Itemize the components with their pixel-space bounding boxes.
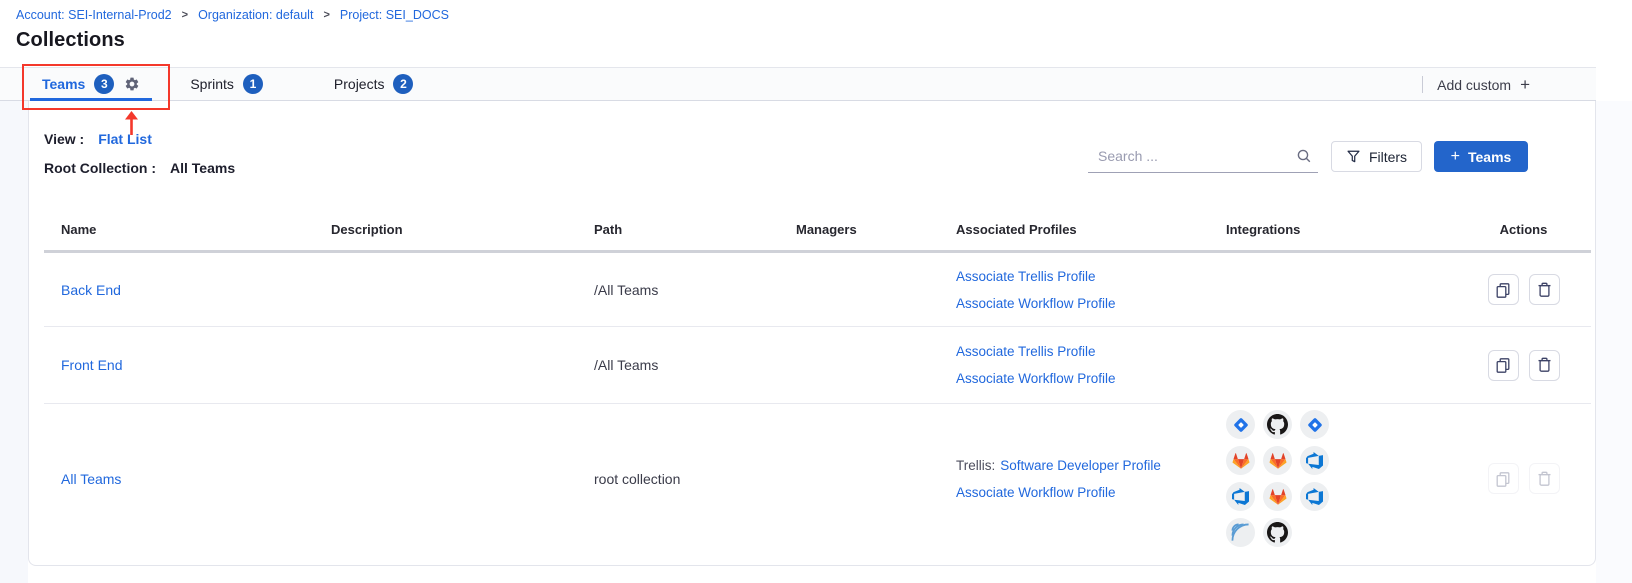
filter-funnel-icon (1346, 149, 1361, 164)
associate-trellis-profile-link[interactable]: Associate Trellis Profile (956, 344, 1096, 359)
collection-name-link[interactable]: Front End (61, 357, 122, 373)
associate-trellis-profile-link[interactable]: Associate Trellis Profile (956, 269, 1096, 284)
associate-workflow-profile-link[interactable]: Associate Workflow Profile (956, 296, 1116, 311)
divider (1422, 76, 1423, 93)
page-title: Collections (16, 29, 125, 52)
gear-icon[interactable] (124, 76, 140, 92)
table-header-row: Name Description Path Managers Associate… (44, 209, 1591, 253)
collections-page: Account: SEI-Internal-Prod2 > Organizati… (0, 0, 1632, 583)
integrations-grid (1226, 410, 1329, 547)
delete-collection-button[interactable] (1529, 274, 1560, 305)
column-header-managers: Managers (796, 222, 956, 237)
add-teams-label: Teams (1468, 149, 1511, 165)
associated-profiles-cell: Associate Trellis Profile Associate Work… (956, 269, 1226, 311)
copy-collection-button[interactable] (1488, 274, 1519, 305)
add-custom-label: Add custom (1437, 77, 1511, 93)
view-bar: View : Flat List Root Collection : All T… (44, 131, 235, 176)
breadcrumb-project-link[interactable]: Project: SEI_DOCS (340, 8, 449, 22)
column-header-path: Path (594, 222, 796, 237)
search-input[interactable] (1088, 148, 1296, 164)
table-row: Back End /All Teams Associate Trellis Pr… (44, 253, 1591, 327)
tab-teams[interactable]: Teams 3 (30, 68, 152, 100)
actions-cell (1456, 463, 1591, 494)
gitlab-icon (1226, 446, 1255, 475)
breadcrumb-organization-link[interactable]: Organization: default (198, 8, 313, 22)
view-label: View : (44, 131, 84, 147)
filters-label: Filters (1369, 149, 1407, 165)
column-header-integrations: Integrations (1226, 222, 1456, 237)
collection-name-link[interactable]: Back End (61, 282, 121, 298)
filters-button[interactable]: Filters (1331, 141, 1422, 172)
azure-devops-icon (1300, 482, 1329, 511)
actions-cell (1456, 274, 1591, 305)
column-header-description: Description (331, 222, 594, 237)
azure-devops-icon (1300, 446, 1329, 475)
jira-icon (1226, 410, 1255, 439)
tab-projects[interactable]: Projects 2 (322, 68, 426, 100)
collections-panel: View : Flat List Root Collection : All T… (28, 101, 1596, 566)
breadcrumb: Account: SEI-Internal-Prod2 > Organizati… (16, 8, 449, 22)
search-field (1088, 140, 1318, 173)
delete-collection-button-disabled (1529, 463, 1560, 494)
page-background (0, 101, 28, 583)
tab-sprints-label: Sprints (190, 76, 234, 92)
collection-path: /All Teams (594, 282, 796, 298)
associated-profiles-cell: Associate Trellis Profile Associate Work… (956, 344, 1226, 386)
azure-devops-icon (1226, 482, 1255, 511)
table-row: Front End /All Teams Associate Trellis P… (44, 327, 1591, 404)
column-header-associated-profiles: Associated Profiles (956, 222, 1226, 237)
github-icon (1263, 410, 1292, 439)
tab-teams-label: Teams (42, 76, 85, 92)
chevron-right-icon: > (323, 9, 329, 21)
copy-collection-button-disabled (1488, 463, 1519, 494)
integrations-cell (1226, 410, 1456, 547)
root-collection-label: Root Collection : (44, 160, 156, 176)
breadcrumb-account-link[interactable]: Account: SEI-Internal-Prod2 (16, 8, 172, 22)
plus-icon: + (1520, 76, 1530, 93)
tab-projects-count-badge: 2 (393, 74, 413, 94)
associate-workflow-profile-link[interactable]: Associate Workflow Profile (956, 371, 1116, 386)
trellis-profile-link[interactable]: Software Developer Profile (1000, 458, 1161, 473)
associated-profiles-cell: Trellis: Software Developer Profile Asso… (956, 458, 1226, 500)
github-icon (1263, 518, 1292, 547)
tab-sprints-count-badge: 1 (243, 74, 263, 94)
trellis-prefix-label: Trellis: (956, 458, 995, 473)
tab-projects-label: Projects (334, 76, 385, 92)
delete-collection-button[interactable] (1529, 350, 1560, 381)
column-header-name: Name (44, 222, 331, 237)
collection-path: /All Teams (594, 357, 796, 373)
associate-workflow-profile-link[interactable]: Associate Workflow Profile (956, 485, 1116, 500)
collections-table: Name Description Path Managers Associate… (44, 209, 1591, 553)
jira-icon (1300, 410, 1329, 439)
tab-teams-count-badge: 3 (94, 74, 114, 94)
table-row: All Teams root collection Trellis: Softw… (44, 404, 1591, 553)
tab-sprints[interactable]: Sprints 1 (178, 68, 275, 100)
root-collection-value: All Teams (170, 160, 235, 176)
plus-icon: + (1451, 149, 1460, 165)
gitlab-icon (1263, 446, 1292, 475)
add-teams-button[interactable]: + Teams (1434, 141, 1528, 172)
add-custom-button[interactable]: Add custom + (1437, 76, 1530, 93)
page-background (1596, 101, 1632, 583)
search-icon[interactable] (1296, 148, 1318, 164)
chevron-right-icon: > (182, 9, 188, 21)
column-header-actions: Actions (1456, 222, 1591, 237)
sonarqube-icon (1226, 518, 1255, 547)
collection-path: root collection (594, 471, 796, 487)
copy-collection-button[interactable] (1488, 350, 1519, 381)
view-flat-list-link[interactable]: Flat List (98, 131, 152, 147)
gitlab-icon (1263, 482, 1292, 511)
tab-bar: Teams 3 Sprints 1 Projects 2 Add custom … (0, 67, 1596, 101)
collection-name-link[interactable]: All Teams (61, 471, 121, 487)
actions-cell (1456, 350, 1591, 381)
